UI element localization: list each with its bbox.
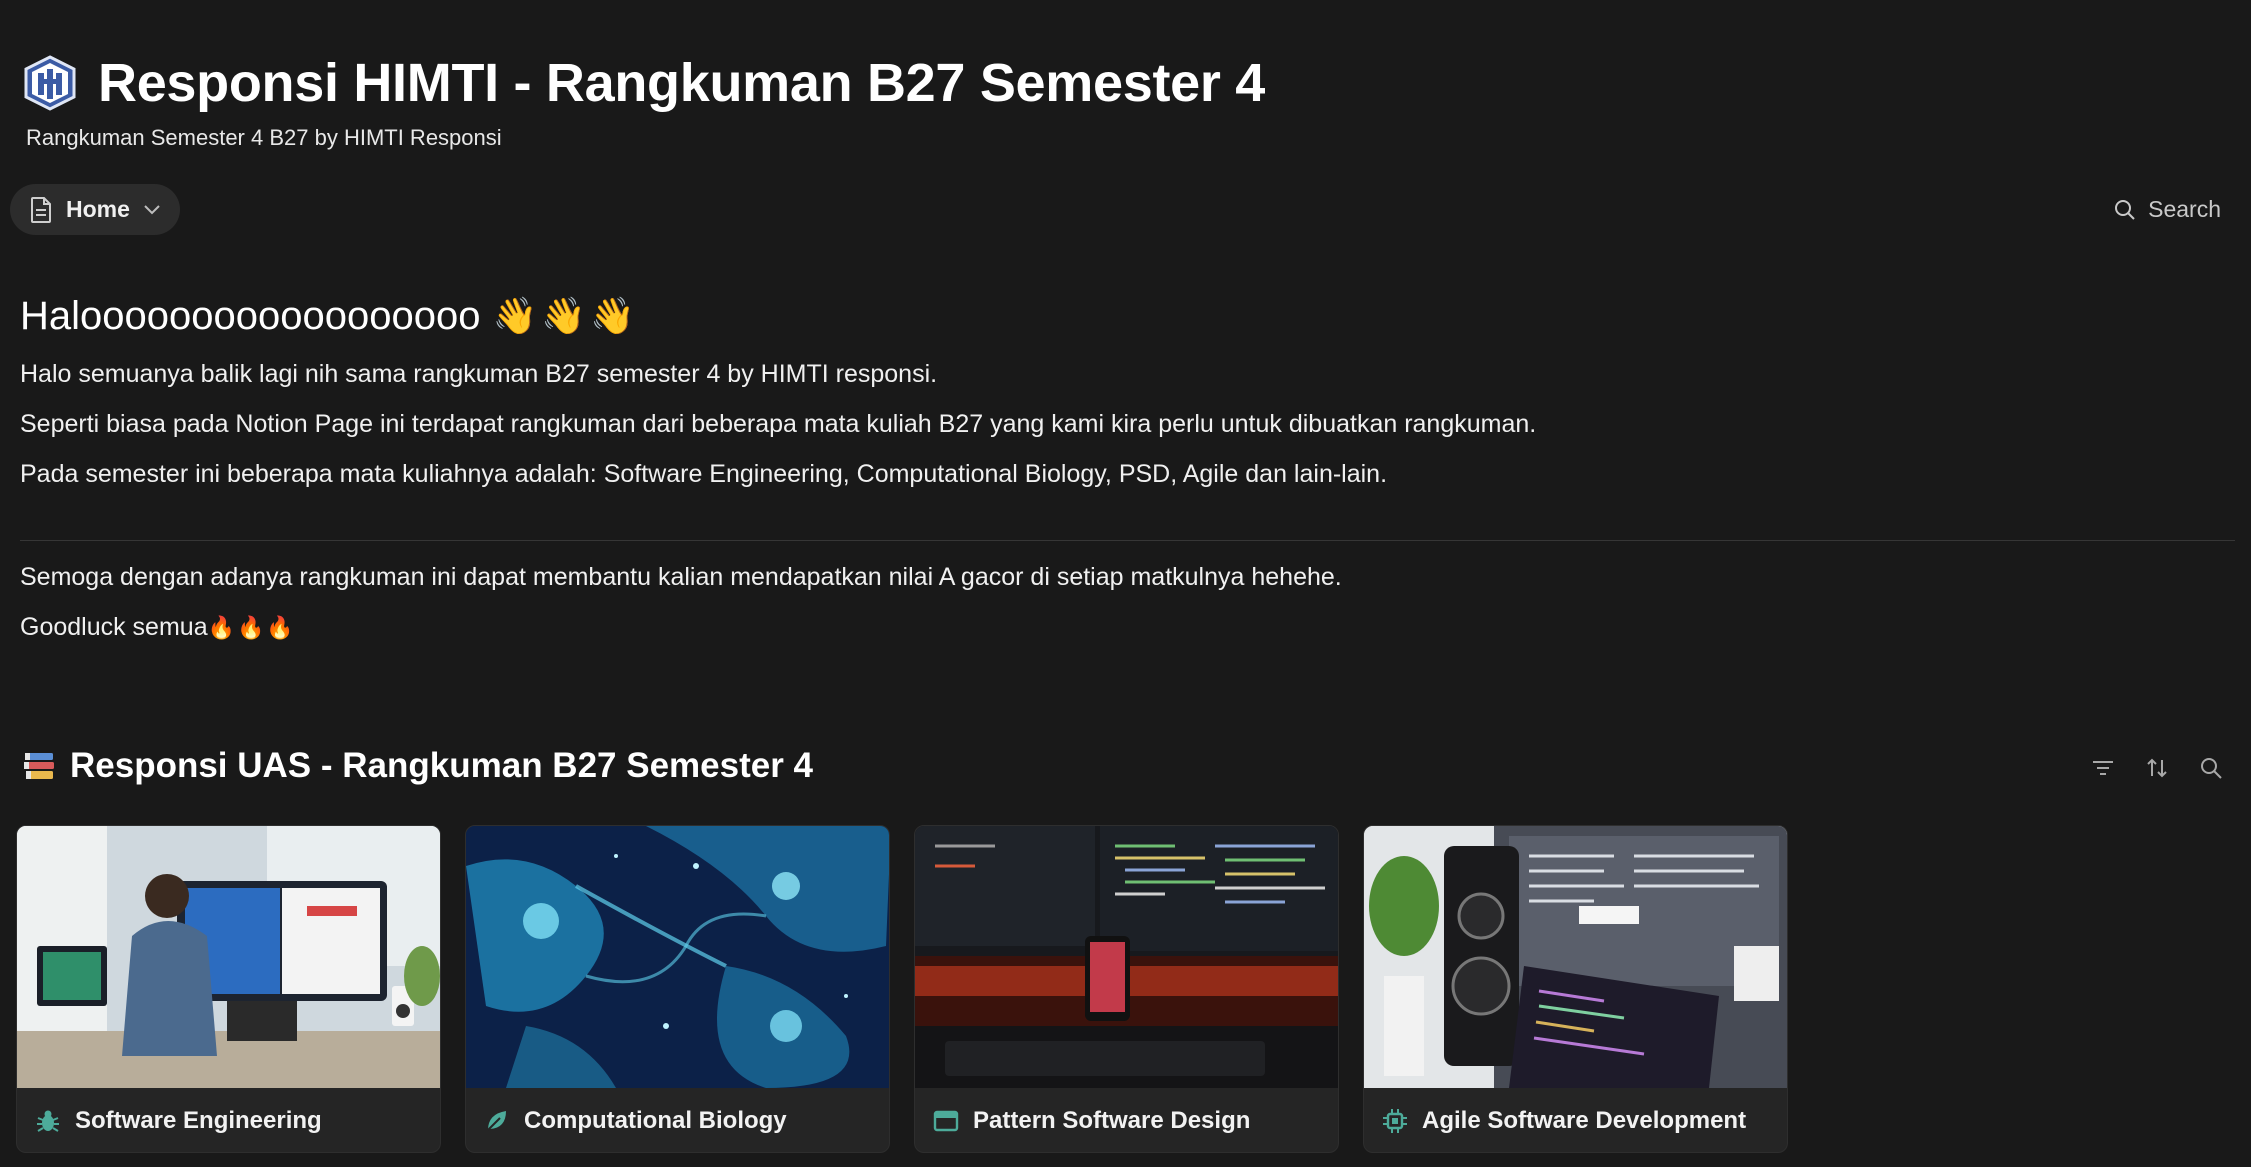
search-button[interactable]: Search xyxy=(2114,196,2221,223)
waving-hand-icon: 👋👋👋 xyxy=(492,295,639,336)
card-footer: Software Engineering xyxy=(17,1088,440,1152)
card-title: Computational Biology xyxy=(524,1107,787,1134)
cover-illustration xyxy=(1364,826,1787,1088)
himti-logo-icon xyxy=(24,55,76,111)
hope-paragraph: Semoga dengan adanya rangkuman ini dapat… xyxy=(20,563,1342,591)
card-cover-image xyxy=(466,826,889,1088)
card-software-engineering[interactable]: Software Engineering xyxy=(16,825,441,1153)
description-paragraph: Seperti biasa pada Notion Page ini terda… xyxy=(20,410,1537,438)
card-pattern-software-design[interactable]: Pattern Software Design xyxy=(914,825,1339,1153)
leaf-icon xyxy=(487,1111,506,1131)
greeting-heading: Haloooooooooooooooooo 👋👋👋 xyxy=(20,290,2235,342)
bug-icon xyxy=(37,1110,59,1132)
page-icon xyxy=(31,196,51,223)
page-header: Responsi HIMTI - Rangkuman B27 Semester … xyxy=(22,52,1265,114)
card-footer: Agile Software Development xyxy=(1364,1088,1787,1152)
search-label: Search xyxy=(2148,196,2221,222)
browser-icon xyxy=(933,1110,959,1132)
card-title: Software Engineering xyxy=(75,1107,322,1134)
cover-illustration xyxy=(915,826,1338,1088)
page: { "header": { "title": "Responsi HIMTI -… xyxy=(0,0,2251,1167)
database-search-icon[interactable] xyxy=(2199,756,2223,780)
card-title: Agile Software Development xyxy=(1422,1107,1747,1134)
sort-icon[interactable] xyxy=(2145,756,2169,780)
card-cover-image xyxy=(1364,826,1787,1088)
cover-illustration xyxy=(466,826,889,1088)
database-title: Responsi UAS - Rangkuman B27 Semester 4 xyxy=(70,746,814,785)
card-cover-image xyxy=(17,826,440,1088)
goodluck-paragraph: Goodluck semua🔥🔥🔥 xyxy=(20,611,2235,644)
database-toolbar xyxy=(2091,756,2223,780)
fire-icon: 🔥🔥🔥 xyxy=(207,615,296,640)
card-cover-image xyxy=(915,826,1338,1088)
books-icon xyxy=(24,753,54,779)
courses-paragraph: Pada semester ini beberapa mata kuliahny… xyxy=(20,460,1388,488)
intro-paragraph: Halo semuanya balik lagi nih sama rangku… xyxy=(20,360,938,388)
greeting-text: Haloooooooooooooooooo xyxy=(20,293,481,338)
home-view-dropdown[interactable]: Home xyxy=(10,184,180,235)
divider xyxy=(20,540,2235,541)
chevron-down-icon xyxy=(144,204,160,214)
card-footer: Pattern Software Design xyxy=(915,1088,1338,1152)
search-icon xyxy=(2115,199,2135,220)
filter-icon[interactable] xyxy=(2091,756,2115,780)
card-agile-software-development[interactable]: Agile Software Development xyxy=(1363,825,1788,1153)
card-computational-biology[interactable]: Computational Biology xyxy=(465,825,890,1153)
card-footer: Computational Biology xyxy=(466,1088,889,1152)
card-title: Pattern Software Design xyxy=(973,1107,1251,1134)
database-header[interactable]: Responsi UAS - Rangkuman B27 Semester 4 xyxy=(22,746,813,786)
cover-illustration xyxy=(17,826,440,1088)
page-title: Responsi HIMTI - Rangkuman B27 Semester … xyxy=(98,53,1266,113)
gallery-view: Software Engineering Computational Biolo… xyxy=(16,825,1788,1153)
page-subtitle: Rangkuman Semester 4 B27 by HIMTI Respon… xyxy=(26,125,502,150)
goodluck-text: Goodluck semua xyxy=(20,613,208,641)
home-label: Home xyxy=(66,196,130,222)
page-content: Haloooooooooooooooooo 👋👋👋 Halo semuanya … xyxy=(20,290,2235,644)
chip-icon xyxy=(1383,1109,1407,1133)
